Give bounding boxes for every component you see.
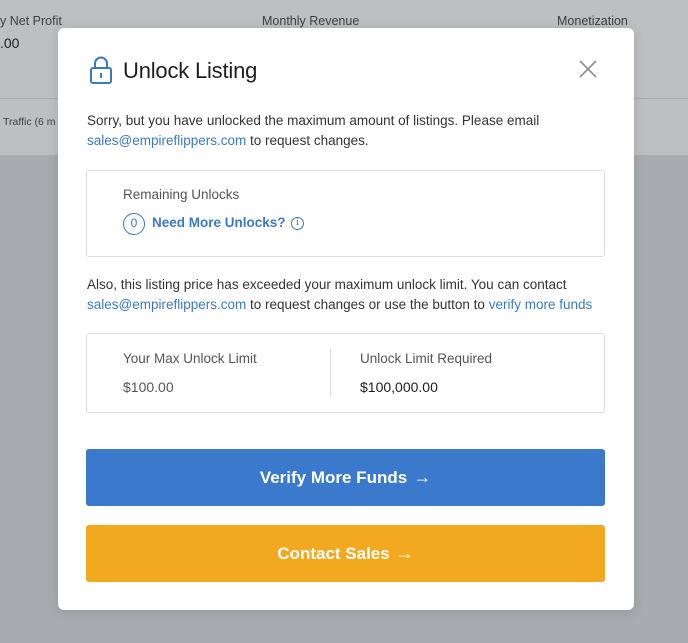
bg-traffic-label: Traffic (6 m: [3, 116, 56, 128]
remaining-unlocks-label: Remaining Unlocks: [123, 187, 240, 202]
bg-monthly-revenue-label: Monthly Revenue: [262, 14, 360, 28]
remaining-unlocks-box: Remaining Unlocks 0 Need More Unlocks? i: [86, 170, 605, 257]
arrow-right-icon: →: [395, 543, 414, 563]
lock-icon: [90, 56, 112, 84]
close-icon[interactable]: [576, 57, 600, 81]
intro-text: Sorry, but you have unlocked the maximum…: [87, 113, 540, 128]
verify-button-label: Verify More Funds: [259, 468, 408, 487]
verify-funds-link[interactable]: verify more funds: [489, 297, 593, 312]
contact-button-label: Contact Sales: [277, 544, 390, 563]
limit-text: Also, this listing price has exceeded yo…: [87, 277, 567, 292]
bg-net-profit-value: .00: [0, 35, 20, 51]
contact-sales-button[interactable]: Contact Sales →: [86, 525, 605, 582]
verify-more-funds-button[interactable]: Verify More Funds →: [86, 449, 605, 506]
unlock-limit-required-label: Unlock Limit Required: [360, 351, 493, 366]
info-icon[interactable]: i: [291, 217, 304, 230]
remaining-count-badge: 0: [123, 213, 145, 235]
intro-paragraph: Sorry, but you have unlocked the maximum…: [87, 111, 607, 151]
unlock-listing-modal: Unlock Listing Sorry, but you have unloc…: [58, 28, 634, 610]
modal-title: Unlock Listing: [123, 58, 258, 83]
max-unlock-limit-label: Your Max Unlock Limit: [123, 351, 257, 366]
intro-suffix: to request changes.: [250, 133, 369, 148]
email-link-2[interactable]: sales@empireflippers.com: [87, 297, 246, 312]
unlock-limits-box: Your Max Unlock Limit $100.00 Unlock Lim…: [86, 333, 605, 413]
limits-column-divider: [330, 349, 331, 397]
bg-net-profit-label: y Net Profit: [0, 14, 62, 28]
arrow-right-icon: →: [413, 467, 432, 487]
need-more-unlocks-link[interactable]: Need More Unlocks?: [152, 215, 286, 230]
limit-suffix: to request changes or use the button to: [250, 297, 485, 312]
max-unlock-limit-value: $100.00: [123, 379, 174, 395]
bg-monetization-label: Monetization: [557, 14, 628, 28]
unlock-limit-required-value: $100,000.00: [360, 379, 438, 395]
limit-paragraph: Also, this listing price has exceeded yo…: [87, 275, 607, 315]
email-link[interactable]: sales@empireflippers.com: [87, 133, 246, 148]
